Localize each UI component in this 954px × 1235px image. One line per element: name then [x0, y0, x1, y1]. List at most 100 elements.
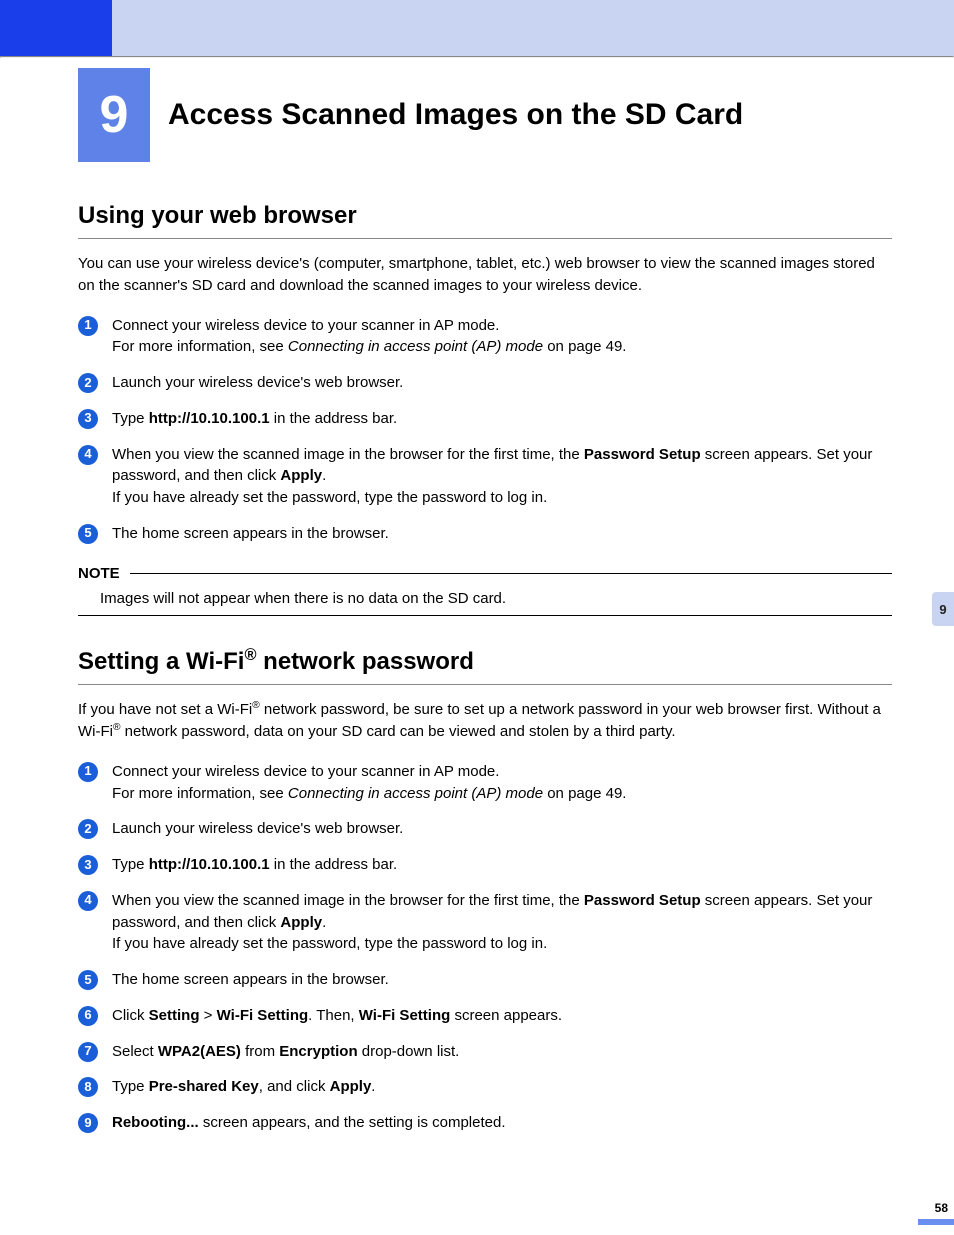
step-bullet-icon: 2 [78, 373, 98, 393]
step-bullet-icon: 2 [78, 819, 98, 839]
step-ref-italic: Connecting in access point (AP) mode [288, 338, 543, 355]
step-5: 5 The home screen appears in the browser… [78, 523, 892, 545]
step-bullet-icon: 5 [78, 524, 98, 544]
page-number: 58 [918, 1201, 954, 1215]
step-line: on page 49. [543, 338, 626, 355]
step-line: > [200, 1007, 217, 1024]
step-text: Connect your wireless device to your sca… [112, 315, 892, 359]
step-text: The home screen appears in the browser. [112, 969, 892, 991]
step-bold: Apply [280, 914, 322, 931]
step-line: screen appears, and the setting is compl… [199, 1114, 506, 1131]
step-line: . [322, 467, 326, 484]
step-6: 6 Click Setting > Wi-Fi Setting. Then, W… [78, 1005, 892, 1027]
step-text: Click Setting > Wi-Fi Setting. Then, Wi-… [112, 1005, 892, 1027]
note-rule [130, 573, 892, 574]
step-text: Rebooting... screen appears, and the set… [112, 1112, 892, 1134]
step-bullet-icon: 6 [78, 1006, 98, 1026]
step-line: When you view the scanned image in the b… [112, 446, 584, 463]
chapter-number: 9 [78, 68, 150, 162]
step-bullet-icon: 3 [78, 855, 98, 875]
chapter-header: 9 Access Scanned Images on the SD Card [78, 68, 892, 162]
step-line: , and click [259, 1078, 330, 1095]
step-bullet-icon: 8 [78, 1077, 98, 1097]
header-divider [0, 56, 954, 58]
step-bold: Setting [149, 1007, 200, 1024]
step-line: . [322, 914, 326, 931]
heading-part: network password [256, 648, 473, 675]
chapter-title: Access Scanned Images on the SD Card [168, 98, 892, 132]
step-line: Type [112, 856, 149, 873]
step-bold: Password Setup [584, 892, 701, 909]
page-footer: 58 [918, 1201, 954, 1225]
step-line: Connect your wireless device to your sca… [112, 763, 499, 780]
header-strip [0, 0, 954, 56]
intro-part: network password, data on your SD card c… [121, 723, 676, 740]
step-text: When you view the scanned image in the b… [112, 890, 892, 955]
step-line: If you have already set the password, ty… [112, 489, 547, 506]
note-label: NOTE [78, 565, 130, 582]
section-intro: You can use your wireless device's (comp… [78, 253, 892, 297]
note-body: Images will not appear when there is no … [78, 582, 892, 616]
step-1: 1 Connect your wireless device to your s… [78, 315, 892, 359]
step-bullet-icon: 7 [78, 1042, 98, 1062]
step-text: When you view the scanned image in the b… [112, 444, 892, 509]
step-bold: WPA2(AES) [158, 1043, 241, 1060]
step-bullet-icon: 9 [78, 1113, 98, 1133]
step-4: 4 When you view the scanned image in the… [78, 890, 892, 955]
step-bold: Rebooting... [112, 1114, 199, 1131]
step-text: Launch your wireless device's web browse… [112, 818, 892, 840]
page-accent-bar [918, 1219, 954, 1225]
step-5: 5 The home screen appears in the browser… [78, 969, 892, 991]
step-bold: http://10.10.100.1 [149, 856, 270, 873]
step-line: . [371, 1078, 375, 1095]
step-line: from [241, 1043, 279, 1060]
step-bullet-icon: 5 [78, 970, 98, 990]
step-line: . Then, [308, 1007, 359, 1024]
step-8: 8 Type Pre-shared Key, and click Apply. [78, 1076, 892, 1098]
step-3: 3 Type http://10.10.100.1 in the address… [78, 408, 892, 430]
step-text: Type http://10.10.100.1 in the address b… [112, 854, 892, 876]
step-bold: Apply [280, 467, 322, 484]
step-4: 4 When you view the scanned image in the… [78, 444, 892, 509]
section-wifi-password: Setting a Wi-Fi® network password If you… [78, 646, 892, 1134]
step-line: Select [112, 1043, 158, 1060]
step-bullet-icon: 4 [78, 891, 98, 911]
registered-mark-icon: ® [252, 700, 260, 711]
step-bullet-icon: 1 [78, 762, 98, 782]
step-line: drop-down list. [358, 1043, 460, 1060]
step-bullet-icon: 4 [78, 445, 98, 465]
step-line: in the address bar. [270, 410, 398, 427]
step-9: 9 Rebooting... screen appears, and the s… [78, 1112, 892, 1134]
step-bold: Pre-shared Key [149, 1078, 259, 1095]
section-using-browser: Using your web browser You can use your … [78, 202, 892, 616]
heading-part: Setting a Wi-Fi [78, 648, 244, 675]
step-line: For more information, see [112, 785, 288, 802]
step-bold: Wi-Fi Setting [359, 1007, 451, 1024]
note-rule [78, 615, 892, 616]
step-bold: http://10.10.100.1 [149, 410, 270, 427]
step-bullet-icon: 1 [78, 316, 98, 336]
section-intro: If you have not set a Wi-Fi® network pas… [78, 699, 892, 743]
step-3: 3 Type http://10.10.100.1 in the address… [78, 854, 892, 876]
step-text: Launch your wireless device's web browse… [112, 372, 892, 394]
step-bullet-icon: 3 [78, 409, 98, 429]
step-text: Type http://10.10.100.1 in the address b… [112, 408, 892, 430]
step-bold: Wi-Fi Setting [217, 1007, 309, 1024]
note-block: NOTE Images will not appear when there i… [78, 565, 892, 617]
step-2: 2 Launch your wireless device's web brow… [78, 372, 892, 394]
step-2: 2 Launch your wireless device's web brow… [78, 818, 892, 840]
step-ref-italic: Connecting in access point (AP) mode [288, 785, 543, 802]
step-line: Type [112, 410, 149, 427]
registered-mark-icon: ® [244, 646, 256, 664]
step-7: 7 Select WPA2(AES) from Encryption drop-… [78, 1041, 892, 1063]
step-line: on page 49. [543, 785, 626, 802]
step-line: Click [112, 1007, 149, 1024]
step-line: For more information, see [112, 338, 288, 355]
registered-mark-icon: ® [113, 722, 121, 733]
step-text: Select WPA2(AES) from Encryption drop-do… [112, 1041, 892, 1063]
step-text: The home screen appears in the browser. [112, 523, 892, 545]
section-heading: Setting a Wi-Fi® network password [78, 646, 892, 685]
step-line: in the address bar. [270, 856, 398, 873]
step-1: 1 Connect your wireless device to your s… [78, 761, 892, 805]
step-bold: Encryption [279, 1043, 357, 1060]
